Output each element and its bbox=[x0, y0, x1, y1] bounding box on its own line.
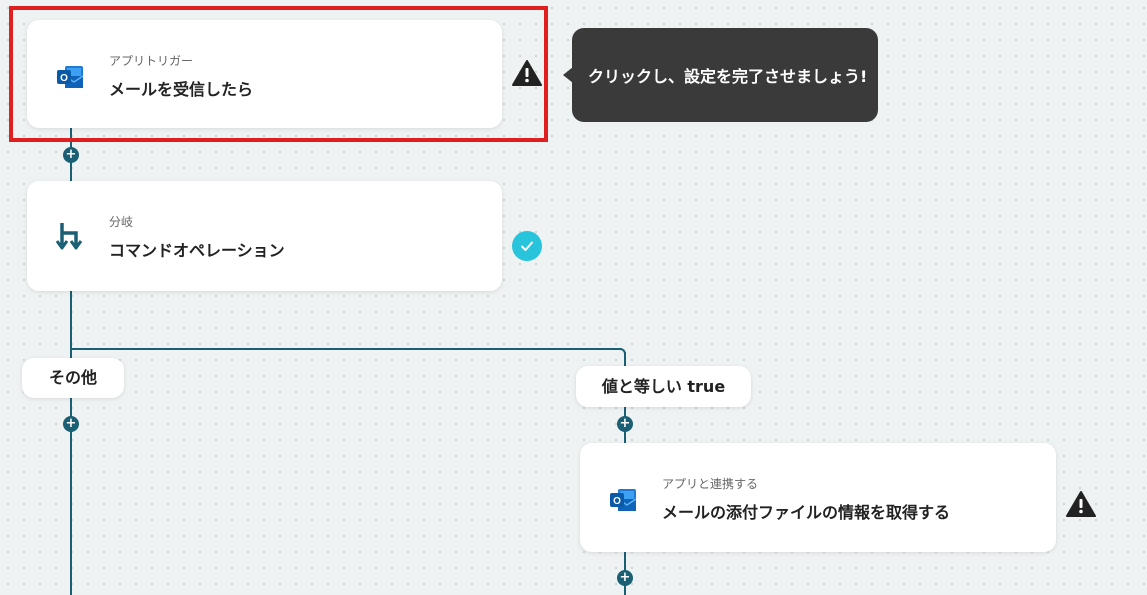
outlook-icon: O bbox=[606, 483, 640, 517]
add-step-button[interactable]: + bbox=[617, 570, 633, 586]
check-icon bbox=[512, 231, 542, 261]
tooltip-text: クリックし、設定を完了させましょう! bbox=[588, 67, 868, 86]
step-kind-label: アプリと連携する bbox=[662, 477, 759, 491]
warning-icon[interactable] bbox=[1066, 490, 1096, 518]
branch-label-text: その他 bbox=[48, 368, 97, 387]
connector-branch-horizontal bbox=[70, 348, 622, 350]
svg-text:O: O bbox=[613, 496, 621, 507]
add-step-button[interactable]: + bbox=[617, 416, 633, 432]
branch-label-true[interactable]: 値と等しい true bbox=[576, 366, 751, 407]
app-action-step-card[interactable]: O アプリと連携する メールの添付ファイルの情報を取得する bbox=[580, 443, 1056, 552]
branch-icon bbox=[53, 219, 87, 253]
step-title: メールの添付ファイルの情報を取得する bbox=[662, 503, 951, 522]
highlight-frame bbox=[9, 6, 548, 142]
add-step-button[interactable]: + bbox=[63, 416, 79, 432]
branch-label-other[interactable]: その他 bbox=[22, 358, 124, 398]
add-step-button[interactable]: + bbox=[63, 147, 79, 163]
step-kind-label: 分岐 bbox=[109, 215, 134, 229]
setup-tooltip: クリックし、設定を完了させましょう! bbox=[572, 28, 878, 122]
branch-label-text: 値と等しい true bbox=[601, 377, 726, 396]
warning-icon[interactable] bbox=[512, 59, 542, 87]
step-title: コマンドオペレーション bbox=[109, 241, 285, 260]
branch-step-card[interactable]: 分岐 コマンドオペレーション bbox=[27, 181, 502, 291]
